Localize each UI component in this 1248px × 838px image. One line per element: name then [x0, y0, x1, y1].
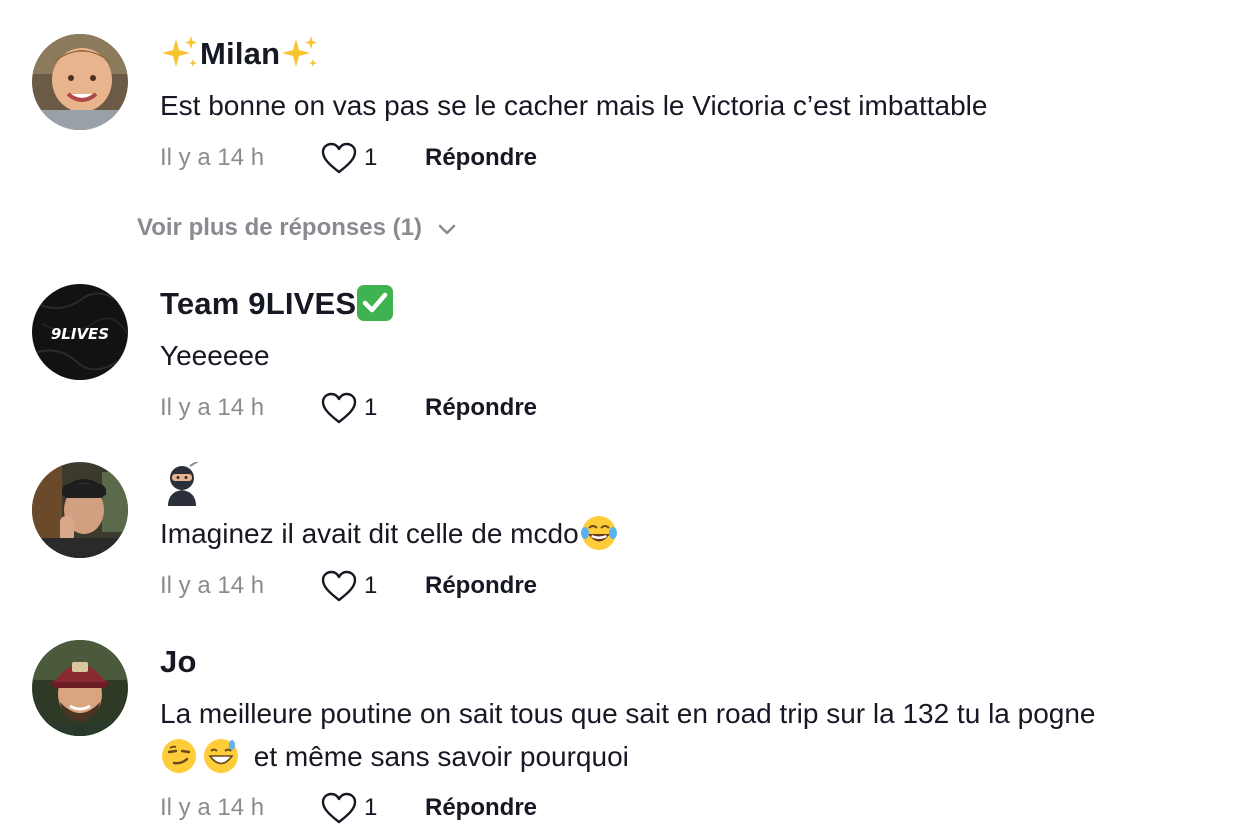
comment-text: Imaginez il avait dit celle de mcdo	[160, 512, 1230, 555]
reply-button[interactable]: Répondre	[425, 794, 537, 822]
like-count: 1	[364, 794, 378, 821]
reply-button[interactable]: Répondre	[425, 572, 537, 600]
heart-icon	[321, 570, 357, 602]
comment-meta: Il y a 14 h 1 Répondre	[160, 138, 537, 178]
more-replies-button[interactable]: Voir plus de réponses (1)	[137, 214, 458, 242]
timestamp: Il y a 14 h	[160, 144, 265, 171]
timestamp: Il y a 14 h	[160, 794, 265, 821]
sparkles-emoji	[162, 35, 197, 67]
username-text: Team 9LIVES	[160, 286, 357, 321]
comment-text: La meilleure poutine on sait tous que sa…	[160, 692, 1230, 778]
username-text: Milan	[200, 36, 281, 71]
tears-of-joy-emoji	[580, 515, 617, 550]
comment-text-line-2-body: et même sans savoir pourquoi	[253, 741, 629, 772]
avatar[interactable]: 9LIVES	[32, 284, 128, 380]
reply-button[interactable]: Répondre	[425, 394, 537, 422]
heart-icon	[321, 792, 357, 824]
comment-text: Yeeeeee	[160, 340, 270, 371]
comment-meta: Il y a 14 h 1 Répondre	[160, 566, 537, 606]
ninja-emoji	[168, 462, 199, 506]
like-button[interactable]: 1	[320, 791, 425, 825]
person-photo-avatar	[32, 462, 128, 558]
like-button[interactable]: 1	[320, 141, 425, 175]
username[interactable]: Milan	[160, 35, 320, 73]
comment-meta: Il y a 14 h 1 Répondre	[160, 388, 537, 428]
9lives-logo-avatar: 9LIVES	[32, 284, 128, 380]
comment-text-line-2: et même sans savoir pourquoi	[160, 735, 1230, 778]
smirk-emoji	[162, 738, 196, 773]
like-button[interactable]: 1	[320, 569, 425, 603]
avatar[interactable]	[32, 462, 128, 558]
more-replies-label: Voir plus de réponses (1)	[137, 214, 422, 241]
username[interactable]: Team 9LIVES	[160, 284, 394, 322]
avatar[interactable]	[32, 34, 128, 130]
timestamp: Il y a 14 h	[160, 572, 265, 599]
heart-icon	[321, 392, 357, 424]
like-button[interactable]: 1	[320, 391, 425, 425]
like-count: 1	[364, 144, 378, 171]
like-count: 1	[364, 572, 378, 599]
child-photo-avatar	[32, 34, 128, 130]
heart-icon	[321, 142, 357, 174]
comment-meta: Il y a 14 h 1 Répondre	[160, 788, 537, 828]
sparkles-emoji	[282, 35, 318, 67]
username[interactable]: Jo	[160, 644, 197, 680]
man-cap-photo-avatar	[32, 640, 128, 736]
grinning-sweat-emoji	[204, 738, 238, 773]
timestamp: Il y a 14 h	[160, 394, 265, 421]
comment-text-body: Imaginez il avait dit celle de mcdo	[160, 518, 579, 549]
comment-text: Est bonne on vas pas se le cacher mais l…	[160, 90, 988, 121]
avatar[interactable]	[32, 640, 128, 736]
like-count: 1	[364, 394, 378, 421]
reply-button[interactable]: Répondre	[425, 144, 537, 172]
username[interactable]	[160, 462, 204, 506]
logo-text: 9LIVES	[51, 325, 109, 343]
check-mark-emoji	[357, 284, 394, 321]
chevron-down-icon	[438, 224, 456, 235]
comment-text-line-1: La meilleure poutine on sait tous que sa…	[160, 698, 1096, 729]
